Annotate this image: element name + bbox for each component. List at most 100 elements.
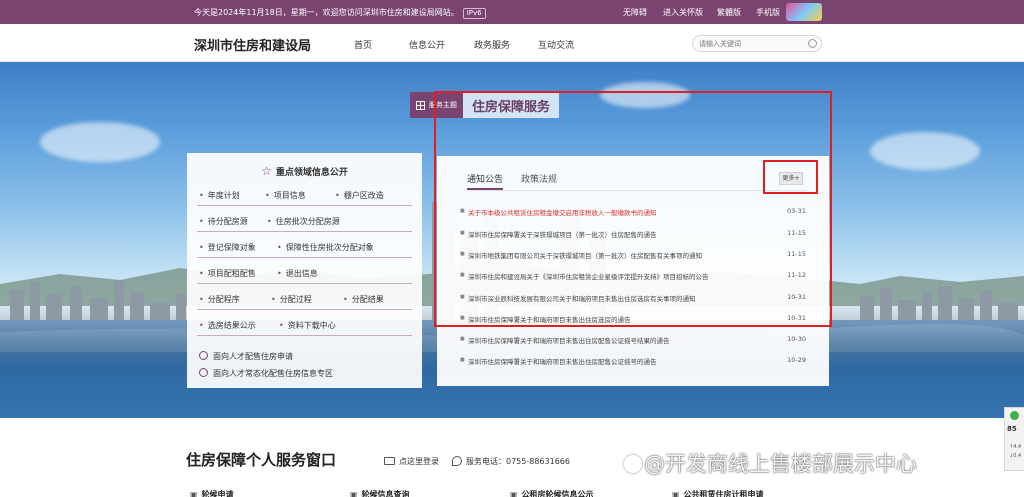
service-waiting-application[interactable]: 轮候申请 — [190, 489, 234, 497]
traditional-chinese-link[interactable]: 繁體版 — [717, 7, 741, 18]
grid-icon — [416, 100, 425, 110]
news-title: 深圳市地铁集团有限公司关于深铁璟城项目（第一批次）住房配售有关事项的通知 — [468, 252, 702, 260]
link-shantytown-renovation[interactable]: 棚户区改造 — [335, 190, 384, 201]
news-date: 11-15 — [787, 229, 806, 237]
news-item[interactable]: ■ 深圳市住房保障署关于和瑞府项目未售出住房配售公证摇号的通告 10-29 — [460, 354, 810, 368]
info-row: 年度计划 项目信息 棚户区改造 — [197, 186, 412, 206]
info-row: 项目配租配售 退出信息 — [197, 264, 412, 284]
widget-download: ↓0.4 — [1009, 453, 1022, 459]
welcome-message: 今天是2024年11月18日，星期一，欢迎您访问深圳市住房和建设局网站。 — [194, 8, 459, 17]
talent-housing-zone-label: 面向人才常态化配售住房信息专区 — [213, 369, 333, 378]
news-title: 深圳市住房保障署关于和瑞府项目未售出住房配售公证摇号的通告 — [468, 358, 657, 366]
link-batch-recipients[interactable]: 保障性住房批次分配对象 — [277, 242, 374, 253]
talent-housing-application-label: 面向人才配售住房申请 — [213, 352, 293, 361]
news-item[interactable]: ■ 深圳市住房保障署关于和瑞府项目未售出住房选房的通告 10-31 — [460, 312, 810, 326]
widget-upload: ↑4.4 — [1009, 444, 1022, 450]
nav-interaction[interactable]: 互动交流 — [538, 38, 574, 51]
news-title: 深圳市住房保障署关于和瑞府项目未售出住房配售公证摇号结果的通告 — [468, 337, 670, 345]
notice-panel: 通知公告 政策法规 更多+ ■ 关于市本级公共租赁住房租金缴交启用非税收入一般缴款… — [437, 156, 829, 386]
link-batch-housing[interactable]: 住房批次分配房源 — [267, 216, 340, 227]
service-public-rental-notice[interactable]: 公租房轮候信息公示 — [510, 489, 594, 497]
link-allocation-process[interactable]: 分配过程 — [271, 294, 312, 305]
accessibility-link[interactable]: 无障碍 — [623, 7, 647, 18]
bullet-icon: ■ — [460, 315, 465, 321]
welcome-text: 今天是2024年11月18日，星期一，欢迎您访问深圳市住房和建设局网站。 IPv6 — [194, 7, 486, 19]
search-icon[interactable] — [808, 39, 817, 48]
bullet-icon: ■ — [460, 357, 465, 363]
news-item[interactable]: ■ 深圳市深业辰科技发展有限公司关于和瑞府项目未售出住房选房有关事项的通知 10-3… — [460, 291, 810, 305]
link-registered-recipients[interactable]: 登记保障对象 — [199, 242, 256, 253]
care-mode-link[interactable]: 进入关怀版 — [663, 7, 703, 18]
bullet-icon: ■ — [460, 230, 465, 236]
news-title: 深圳市住房保障署关于深铁璟城项目（第一批次）住房配售的通告 — [468, 231, 657, 239]
link-selection-results[interactable]: 选房结果公示 — [199, 320, 256, 331]
news-date: 10-30 — [787, 335, 806, 343]
info-row: 待分配房源 住房批次分配房源 — [197, 212, 412, 232]
link-annual-plan[interactable]: 年度计划 — [199, 190, 240, 201]
news-item[interactable]: ■ 深圳市住房保障署关于深铁璟城项目（第一批次）住房配售的通告 11-15 — [460, 227, 810, 241]
theme-label: 服务主题 — [429, 101, 457, 109]
key-info-title: ☆ 重点领域信息公开 — [187, 164, 422, 178]
tab-divider — [467, 190, 807, 191]
link-allocation-procedure[interactable]: 分配程序 — [199, 294, 240, 305]
news-item[interactable]: ■ 深圳市住房和建设局关于《深圳市住房租赁企业星级评定提升支持》项目招标的公告 11… — [460, 269, 810, 283]
nav-info-disclosure[interactable]: 信息公开 — [409, 38, 445, 51]
news-item[interactable]: ■ 深圳市地铁集团有限公司关于深铁璟城项目（第一批次）住房配售有关事项的通知 11-… — [460, 248, 810, 262]
login-link[interactable]: 点这里登录 — [384, 456, 439, 467]
top-bar: 今天是2024年11月18日，星期一，欢迎您访问深圳市住房和建设局网站。 IPv6… — [0, 0, 1024, 24]
widget-percent: 85 — [1007, 425, 1017, 433]
link-project-info[interactable]: 项目信息 — [265, 190, 306, 201]
news-title: 深圳市住房保障署关于和瑞府项目未售出住房选房的通告 — [468, 316, 631, 324]
site-header: 深圳市住房和建设局 首页 信息公开 政务服务 互动交流 — [0, 24, 1024, 62]
phone-icon — [452, 456, 462, 466]
info-row: 选房结果公示 资料下载中心 — [197, 316, 412, 336]
more-button[interactable]: 更多+ — [779, 172, 803, 185]
nav-government-services[interactable]: 政务服务 — [474, 38, 510, 51]
news-item[interactable]: ■ 深圳市住房保障署关于和瑞府项目未售出住房配售公证摇号结果的通告 10-30 — [460, 333, 810, 347]
key-info-panel: ☆重点领域信息公开 年度计划 项目信息 棚户区改造 待分配房源 住房批次分配房源… — [187, 153, 422, 388]
theme-title: 住房保障服务 — [463, 92, 560, 118]
news-date: 11-15 — [787, 250, 806, 258]
service-theme-banner: 服务主题 住房保障服务 — [410, 92, 560, 118]
news-date: 10-31 — [787, 293, 806, 301]
link-exit-info[interactable]: 退出信息 — [277, 268, 318, 279]
service-waiting-query[interactable]: 轮候信息查询 — [350, 489, 410, 497]
bullet-icon: ■ — [460, 272, 465, 278]
bullet-icon: ■ — [460, 294, 465, 300]
link-project-allocation[interactable]: 项目配租配售 — [199, 268, 256, 279]
monitor-icon — [384, 457, 395, 465]
bullet-icon: ■ — [460, 208, 465, 214]
link-download-center[interactable]: 资料下载中心 — [279, 320, 336, 331]
news-date: 03-31 — [787, 207, 806, 215]
news-item[interactable]: ■ 关于市本级公共租赁住房租金缴交启用非税收入一般缴款书的通知 03-31 — [460, 205, 810, 219]
nav-home[interactable]: 首页 — [354, 38, 372, 51]
link-pending-housing[interactable]: 待分配房源 — [199, 216, 248, 227]
talent-housing-application-link[interactable]: 面向人才配售住房申请 — [199, 351, 293, 362]
news-date: 11-12 — [787, 271, 806, 279]
bullet-icon: ■ — [460, 251, 465, 257]
service-phone-text: 服务电话：0755-88631666 — [466, 457, 570, 466]
talent-housing-zone-link[interactable]: 面向人才常态化配售住房信息专区 — [199, 368, 333, 379]
link-allocation-result[interactable]: 分配结果 — [343, 294, 384, 305]
event-logo-badge[interactable] — [786, 3, 822, 21]
circle-icon — [199, 368, 208, 377]
tab-notices[interactable]: 通知公告 — [467, 172, 504, 190]
circle-icon — [199, 351, 208, 360]
personal-service-title: 住房保障个人服务窗口 — [186, 451, 337, 469]
service-rental-application[interactable]: 公共租赁住房计租申请 — [672, 489, 764, 497]
service-phone: 服务电话：0755-88631666 — [452, 456, 570, 467]
news-title: 深圳市住房和建设局关于《深圳市住房租赁企业星级评定提升支持》项目招标的公告 — [468, 273, 709, 281]
info-row: 登记保障对象 保障性住房批次分配对象 — [197, 238, 412, 258]
key-info-title-text: 重点领域信息公开 — [275, 168, 348, 178]
info-row: 分配程序 分配过程 分配结果 — [197, 290, 412, 310]
watermark-logo-icon — [624, 455, 642, 473]
search-input[interactable] — [699, 38, 799, 50]
login-label: 点这里登录 — [399, 457, 439, 466]
hero-banner: 服务主题 住房保障服务 ☆重点领域信息公开 年度计划 项目信息 棚户区改造 待分… — [0, 62, 1024, 418]
site-brand[interactable]: 深圳市住房和建设局 — [194, 35, 311, 54]
mobile-version-link[interactable]: 手机版 — [756, 7, 780, 18]
side-float-widget[interactable]: 85 ↑4.4 ↓0.4 — [1004, 407, 1024, 471]
tab-policies[interactable]: 政策法规 — [521, 172, 557, 185]
news-date: 10-31 — [787, 314, 806, 322]
news-title: 关于市本级公共租赁住房租金缴交启用非税收入一般缴款书的通知 — [468, 209, 657, 217]
